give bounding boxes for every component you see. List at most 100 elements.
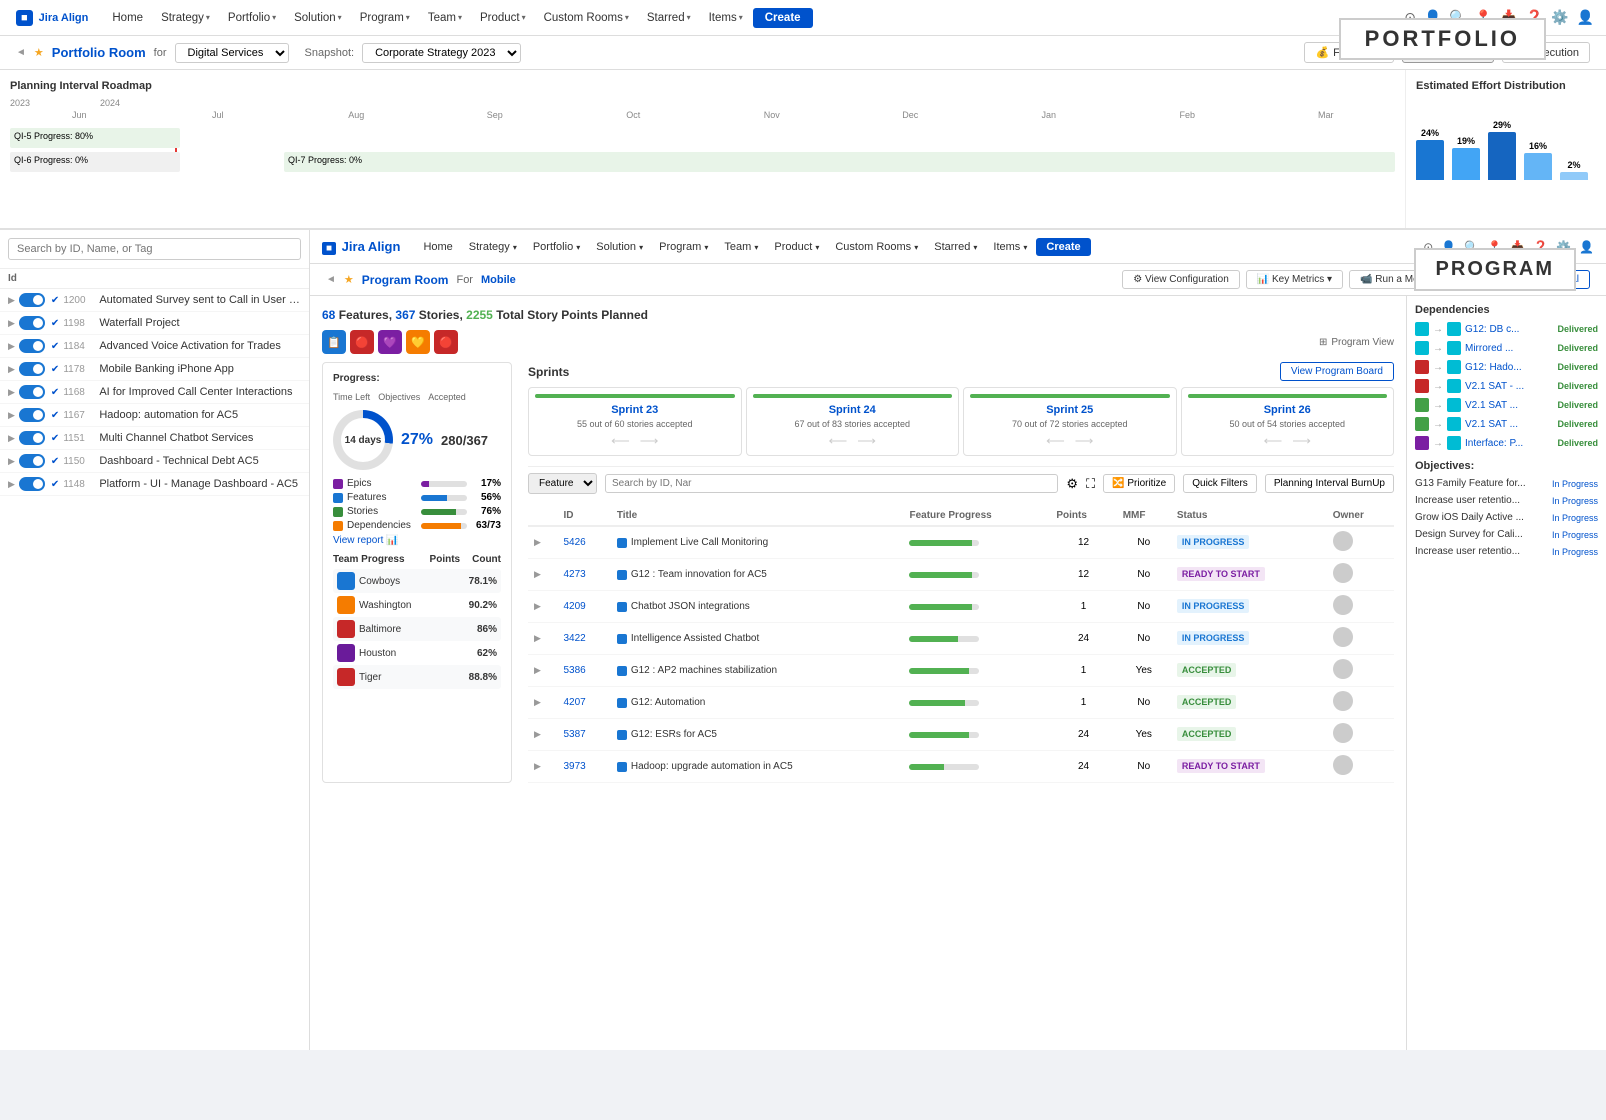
feature-search[interactable] bbox=[605, 474, 1058, 493]
prog-nav-solution[interactable]: Solution ▾ bbox=[589, 238, 650, 256]
row-expand-icon[interactable]: ▶ bbox=[534, 569, 541, 579]
toggle-switch[interactable] bbox=[19, 316, 45, 330]
sprint-left-icon[interactable]: ⟵ bbox=[1264, 433, 1283, 449]
nav-product[interactable]: Product▾ bbox=[472, 8, 534, 28]
sprint-card[interactable]: Sprint 25 70 out of 72 stories accepted … bbox=[963, 387, 1177, 456]
table-row[interactable]: Houston 62% bbox=[333, 641, 501, 665]
list-item[interactable]: ▶ ✔ 1150 Dashboard - Technical Debt AC5 bbox=[0, 450, 309, 473]
icon-2[interactable]: 💜 bbox=[378, 330, 402, 354]
nav-home[interactable]: Home bbox=[104, 8, 151, 28]
nav-strategy[interactable]: Strategy▾ bbox=[153, 8, 218, 28]
table-row[interactable]: Washington 90.2% bbox=[333, 593, 501, 617]
icon-1[interactable]: 🔴 bbox=[350, 330, 374, 354]
prioritize-btn[interactable]: 🔀 Prioritize bbox=[1103, 474, 1175, 493]
list-item[interactable]: ▶ ✔ 1168 AI for Improved Call Center Int… bbox=[0, 381, 309, 404]
expand-icon[interactable]: ⛶ bbox=[1086, 476, 1095, 492]
view-report-link[interactable]: View report 📊 bbox=[333, 535, 501, 546]
table-row[interactable]: ▶ 5386 G12 : AP2 machines stabilization … bbox=[528, 655, 1394, 687]
sprint-card[interactable]: Sprint 24 67 out of 83 stories accepted … bbox=[746, 387, 960, 456]
row-expand-icon[interactable]: ▶ bbox=[534, 537, 541, 547]
table-row[interactable]: ▶ 4273 G12 : Team innovation for AC5 12 … bbox=[528, 559, 1394, 591]
table-row[interactable]: ▶ 5387 G12: ESRs for AC5 24 Yes ACCEPTED bbox=[528, 719, 1394, 751]
collapse-portfolio[interactable]: ◄ bbox=[16, 47, 26, 58]
toggle-switch[interactable] bbox=[19, 339, 45, 353]
table-row[interactable]: ▶ 3973 Hadoop: upgrade automation in AC5… bbox=[528, 751, 1394, 783]
icon-0[interactable]: 📋 bbox=[322, 330, 346, 354]
quick-filters-btn[interactable]: Quick Filters bbox=[1183, 474, 1257, 493]
nav-program[interactable]: Program▾ bbox=[352, 8, 418, 28]
toggle-switch[interactable] bbox=[19, 477, 45, 491]
nav-items[interactable]: Items▾ bbox=[701, 8, 751, 28]
list-item[interactable]: ▶ ✔ 1198 Waterfall Project bbox=[0, 312, 309, 335]
list-item[interactable]: Increase user retentio... In Progress bbox=[1415, 546, 1598, 557]
prog-nav-starred[interactable]: Starred ▾ bbox=[927, 238, 984, 256]
sprint-right-icon[interactable]: ⟶ bbox=[1075, 433, 1094, 449]
toggle-switch[interactable] bbox=[19, 385, 45, 399]
icon-4[interactable]: 🔴 bbox=[434, 330, 458, 354]
row-expand-icon[interactable]: ▶ bbox=[534, 697, 541, 707]
toggle-switch[interactable] bbox=[19, 408, 45, 422]
feature-select[interactable]: Feature bbox=[528, 473, 597, 494]
toggle-switch[interactable] bbox=[19, 431, 45, 445]
row-expand-icon[interactable]: ▶ bbox=[534, 633, 541, 643]
prog-avatar-icon[interactable]: 👤 bbox=[1579, 240, 1594, 254]
list-item[interactable]: ▶ ✔ 1167 Hadoop: automation for AC5 bbox=[0, 404, 309, 427]
dep-to-name[interactable]: Mirrored ... bbox=[1465, 343, 1553, 354]
row-expand-icon[interactable]: ▶ bbox=[534, 601, 541, 611]
list-item[interactable]: ▶ ✔ 1184 Advanced Voice Activation for T… bbox=[0, 335, 309, 358]
view-board-btn[interactable]: View Program Board bbox=[1280, 362, 1394, 381]
dep-to-name[interactable]: Interface: P... bbox=[1465, 438, 1553, 449]
table-row[interactable]: ▶ 5426 Implement Live Call Monitoring 12… bbox=[528, 526, 1394, 559]
nav-custom-rooms[interactable]: Custom Rooms▾ bbox=[536, 8, 637, 28]
nav-portfolio[interactable]: Portfolio▾ bbox=[220, 8, 284, 28]
sprint-card[interactable]: Sprint 23 55 out of 60 stories accepted … bbox=[528, 387, 742, 456]
prog-nav-custom-rooms[interactable]: Custom Rooms ▾ bbox=[828, 238, 925, 256]
list-item[interactable]: Grow iOS Daily Active ... In Progress bbox=[1415, 512, 1598, 523]
key-metrics-btn[interactable]: 📊 Key Metrics ▾ bbox=[1246, 270, 1343, 289]
dep-to-name[interactable]: V2.1 SAT - ... bbox=[1465, 381, 1553, 392]
table-row[interactable]: ▶ 4209 Chatbot JSON integrations 1 No IN… bbox=[528, 591, 1394, 623]
row-id[interactable]: 4207 bbox=[557, 687, 610, 719]
list-item[interactable]: ▶ ✔ 1200 Automated Survey sent to Call i… bbox=[0, 289, 309, 312]
row-expand-icon[interactable]: ▶ bbox=[534, 761, 541, 771]
sprint-card[interactable]: Sprint 26 50 out of 54 stories accepted … bbox=[1181, 387, 1395, 456]
row-id[interactable]: 5387 bbox=[557, 719, 610, 751]
list-item[interactable]: ▶ ✔ 1148 Platform - UI - Manage Dashboar… bbox=[0, 473, 309, 496]
nav-create-button[interactable]: Create bbox=[753, 8, 813, 28]
list-item[interactable]: Increase user retentio... In Progress bbox=[1415, 495, 1598, 506]
dep-to-name[interactable]: V2.1 SAT ... bbox=[1465, 419, 1553, 430]
sidebar-search-input[interactable] bbox=[8, 238, 301, 260]
sprint-left-icon[interactable]: ⟵ bbox=[1046, 433, 1065, 449]
table-row[interactable]: Baltimore 86% bbox=[333, 617, 501, 641]
table-row[interactable]: Tiger 88.8% bbox=[333, 665, 501, 689]
table-row[interactable]: ▶ 3422 Intelligence Assisted Chatbot 24 … bbox=[528, 623, 1394, 655]
burnup-btn[interactable]: Planning Interval BurnUp bbox=[1265, 474, 1394, 493]
dep-to-name[interactable]: G12: Hado... bbox=[1465, 362, 1553, 373]
avatar-icon[interactable]: 👤 bbox=[1577, 9, 1594, 26]
list-item[interactable]: ▶ ✔ 1151 Multi Channel Chatbot Services bbox=[0, 427, 309, 450]
prog-nav-strategy[interactable]: Strategy ▾ bbox=[462, 238, 524, 256]
toggle-switch[interactable] bbox=[19, 454, 45, 468]
prog-nav-home[interactable]: Home bbox=[416, 238, 459, 256]
collapse-program[interactable]: ◄ bbox=[326, 274, 336, 285]
sprint-right-icon[interactable]: ⟶ bbox=[857, 433, 876, 449]
list-item[interactable]: Design Survey for Cali... In Progress bbox=[1415, 529, 1598, 540]
nav-starred[interactable]: Starred▾ bbox=[639, 8, 699, 28]
gear-icon[interactable]: ⚙ bbox=[1066, 476, 1078, 492]
portfolio-workspace-select[interactable]: Digital Services bbox=[175, 43, 289, 63]
row-id[interactable]: 4273 bbox=[557, 559, 610, 591]
toggle-switch[interactable] bbox=[19, 362, 45, 376]
table-row[interactable]: ▶ 4207 G12: Automation 1 No ACCEPTED bbox=[528, 687, 1394, 719]
sprint-left-icon[interactable]: ⟵ bbox=[829, 433, 848, 449]
dep-to-name[interactable]: V2.1 SAT ... bbox=[1465, 400, 1553, 411]
sprint-right-icon[interactable]: ⟶ bbox=[1292, 433, 1311, 449]
prog-nav-program[interactable]: Program ▾ bbox=[652, 238, 715, 256]
settings-icon[interactable]: ⚙️ bbox=[1551, 9, 1568, 26]
prog-nav-portfolio[interactable]: Portfolio ▾ bbox=[526, 238, 587, 256]
dep-to-name[interactable]: G12: DB c... bbox=[1465, 324, 1553, 335]
row-id[interactable]: 3973 bbox=[557, 751, 610, 783]
nav-team[interactable]: Team▾ bbox=[420, 8, 470, 28]
prog-nav-items[interactable]: Items ▾ bbox=[986, 238, 1034, 256]
row-id[interactable]: 5426 bbox=[557, 526, 610, 559]
prog-nav-team[interactable]: Team ▾ bbox=[717, 238, 765, 256]
